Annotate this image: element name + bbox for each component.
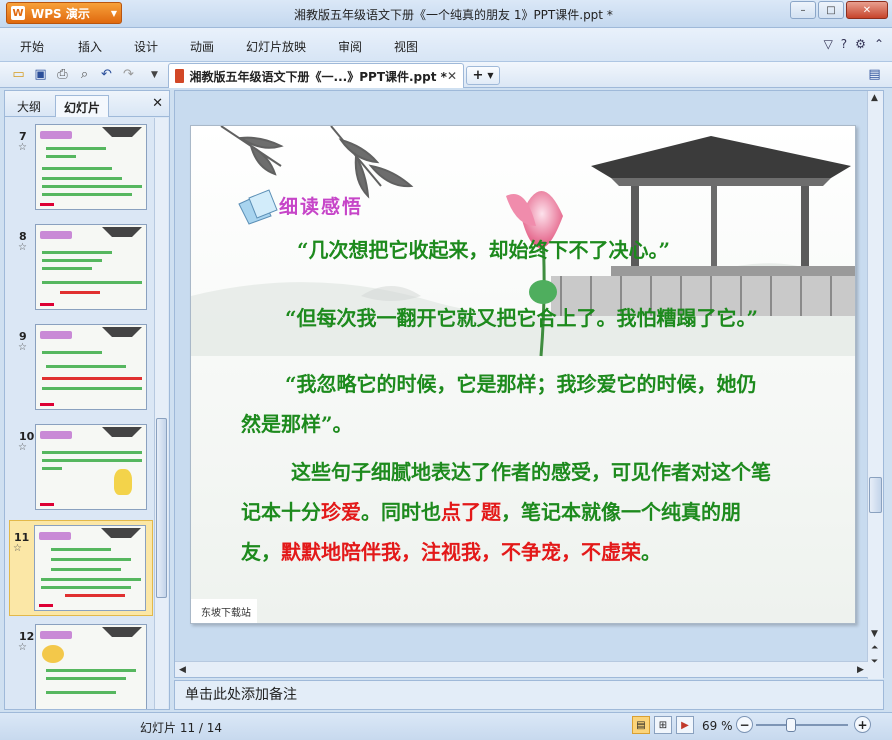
slide-thumbnail[interactable]: 9 ☆ — [13, 322, 149, 414]
menu-insert[interactable]: 插入 — [78, 38, 102, 55]
analysis-line: 这些句子细腻地表达了作者的感受，可见作者对这个笔 — [291, 460, 771, 484]
animation-star-icon: ☆ — [18, 642, 27, 653]
zoom-slider-knob[interactable] — [785, 718, 796, 732]
slides-panel: 大纲 幻灯片 ✕ 7 ☆ 8 ☆ 9 ☆ 10 ☆ 11 ☆ 12 ☆ — [4, 90, 170, 710]
animation-star-icon: ☆ — [18, 142, 27, 153]
scroll-left-icon[interactable]: ◀ — [179, 665, 186, 675]
new-tab-button[interactable]: + ▼ — [466, 66, 500, 85]
wps-app-menu-button[interactable]: W WPS 演示 ▼ — [6, 2, 122, 24]
skin-icon[interactable]: ⚙ — [855, 37, 866, 51]
zoom-out-icon[interactable]: − — [736, 716, 753, 733]
panel-scrollbar[interactable] — [154, 118, 168, 709]
menu-bar: 开始 插入 设计 动画 幻灯片放映 审阅 视图 ▽ ? ⚙ ⌃ — [0, 28, 892, 62]
menu-view[interactable]: 视图 — [394, 38, 418, 55]
quote-line: “我忽略它的时候，它是那样；我珍爱它的时候，她仍 — [285, 372, 757, 396]
next-slide-icon[interactable]: ⏷ — [871, 657, 878, 667]
ppt-file-icon — [175, 69, 184, 83]
close-button[interactable]: ✕ — [846, 1, 888, 19]
chevron-down-icon: ▼ — [487, 71, 494, 80]
print-icon[interactable]: ⎙ — [54, 66, 71, 83]
animation-star-icon: ☆ — [13, 543, 22, 554]
menu-slideshow[interactable]: 幻灯片放映 — [246, 38, 306, 55]
scroll-thumb[interactable] — [156, 418, 167, 598]
maximize-button[interactable]: □ — [818, 1, 844, 19]
thumbnail-list: 7 ☆ 8 ☆ 9 ☆ 10 ☆ 11 ☆ 12 ☆ — [5, 118, 155, 709]
slideshow-icon[interactable]: ▶ — [676, 716, 694, 734]
chevron-down-icon[interactable]: ▽ — [824, 37, 833, 51]
undo-icon[interactable]: ↶ — [98, 66, 115, 83]
minimize-ribbon-icon[interactable]: ⌃ — [874, 37, 884, 51]
menu-design[interactable]: 设计 — [134, 38, 158, 55]
slide-preview — [35, 324, 147, 410]
save-icon[interactable]: ▣ — [32, 66, 49, 83]
menu-animation[interactable]: 动画 — [190, 38, 214, 55]
slide-footer: 东坡下载站 — [191, 599, 257, 623]
quote-line: “但每次我一翻开它就又把它合上了。我怕糟蹋了它。” — [285, 306, 759, 330]
animation-star-icon: ☆ — [18, 442, 27, 453]
slide-preview — [35, 624, 147, 709]
document-tab[interactable]: 湘教版五年级语文下册《一...》PPT课件.ppt * ✕ — [168, 63, 464, 88]
animation-star-icon: ☆ — [18, 242, 27, 253]
vertical-scrollbar[interactable]: ▲ ▼ ⏶ ⏷ — [867, 91, 883, 679]
open-icon[interactable]: ▭ — [10, 66, 27, 83]
close-tab-icon[interactable]: ✕ — [447, 69, 457, 83]
window-layout-icon[interactable]: ▤ — [866, 66, 883, 83]
normal-view-icon[interactable]: ▤ — [632, 716, 650, 734]
scroll-down-icon[interactable]: ▼ — [871, 629, 878, 639]
notes-pane[interactable]: 单击此处添加备注 — [174, 680, 884, 710]
quick-toolbar: ▭ ▣ ⎙ ⌕ ↶ ↷ ▼ 湘教版五年级语文下册《一...》PPT课件.ppt … — [0, 62, 892, 88]
slide-preview — [35, 424, 147, 510]
wps-logo-icon: W — [11, 6, 25, 20]
previous-slide-icon[interactable]: ⏶ — [871, 643, 878, 653]
slide-sorter-icon[interactable]: ⊞ — [654, 716, 672, 734]
scroll-right-icon[interactable]: ▶ — [857, 665, 864, 675]
slide-thumbnail[interactable]: 12 ☆ — [13, 622, 149, 709]
status-bar: 幻灯片 11 / 14 ▤ ⊞ ▶ 69 % − + — [0, 712, 892, 740]
scroll-thumb[interactable] — [869, 477, 882, 513]
zoom-in-icon[interactable]: + — [854, 716, 871, 733]
slide-canvas[interactable]: 细读感悟 “几次想把它收起来，却始终下不了决心。” “但每次我一翻开它就又把它合… — [190, 125, 856, 624]
quote-line: “几次想把它收起来，却始终下不了决心。” — [297, 238, 671, 262]
customize-icon[interactable]: ▼ — [146, 66, 163, 83]
chevron-down-icon: ▼ — [110, 8, 117, 18]
animation-star-icon: ☆ — [18, 342, 27, 353]
scroll-up-icon[interactable]: ▲ — [871, 93, 878, 103]
slide-preview — [34, 525, 146, 611]
tab-slides[interactable]: 幻灯片 — [55, 95, 110, 117]
document-tab-label: 湘教版五年级语文下册《一...》PPT课件.ppt * — [189, 69, 447, 84]
title-bar: W WPS 演示 ▼ 湘教版五年级语文下册《一个纯真的朋友 1》PPT课件.pp… — [0, 0, 892, 28]
window-title: 湘教版五年级语文下册《一个纯真的朋友 1》PPT课件.ppt * — [294, 8, 613, 22]
horizontal-scrollbar[interactable]: ◀ ▶ — [175, 661, 868, 677]
slide-heading: 细读感悟 — [279, 196, 364, 218]
slide-thumbnail-selected[interactable]: 11 ☆ — [9, 520, 153, 616]
tab-outline[interactable]: 大纲 — [9, 95, 49, 117]
zoom-level: 69 % — [702, 719, 733, 733]
slide-thumbnail[interactable]: 10 ☆ — [13, 422, 149, 514]
quote-line: 然是那样”。 — [241, 412, 353, 436]
app-name: WPS 演示 — [31, 6, 90, 21]
menu-home[interactable]: 开始 — [20, 38, 44, 55]
plus-icon: + — [472, 68, 484, 83]
print-preview-icon[interactable]: ⌕ — [76, 66, 93, 83]
slide-thumbnail[interactable]: 7 ☆ — [13, 122, 149, 214]
close-panel-icon[interactable]: ✕ — [152, 96, 163, 111]
help-icon[interactable]: ? — [841, 37, 847, 51]
minimize-button[interactable]: – — [790, 1, 816, 19]
analysis-line: 友，默默地陪伴我，注视我，不争宠，不虚荣。 — [241, 540, 661, 564]
slide-counter: 幻灯片 11 / 14 — [140, 721, 223, 735]
notes-placeholder: 单击此处添加备注 — [185, 687, 297, 703]
menu-review[interactable]: 审阅 — [338, 38, 362, 55]
slide-preview — [35, 124, 147, 210]
panel-tabs: 大纲 幻灯片 ✕ — [5, 91, 169, 117]
analysis-line: 记本十分珍爱。同时也点了题，笔记本就像一个纯真的朋 — [241, 500, 741, 524]
zoom-slider[interactable] — [756, 724, 848, 726]
slide-preview — [35, 224, 147, 310]
slide-editor: 细读感悟 “几次想把它收起来，却始终下不了决心。” “但每次我一翻开它就又把它合… — [174, 90, 884, 679]
slide-thumbnail[interactable]: 8 ☆ — [13, 222, 149, 314]
redo-icon[interactable]: ↷ — [120, 66, 137, 83]
